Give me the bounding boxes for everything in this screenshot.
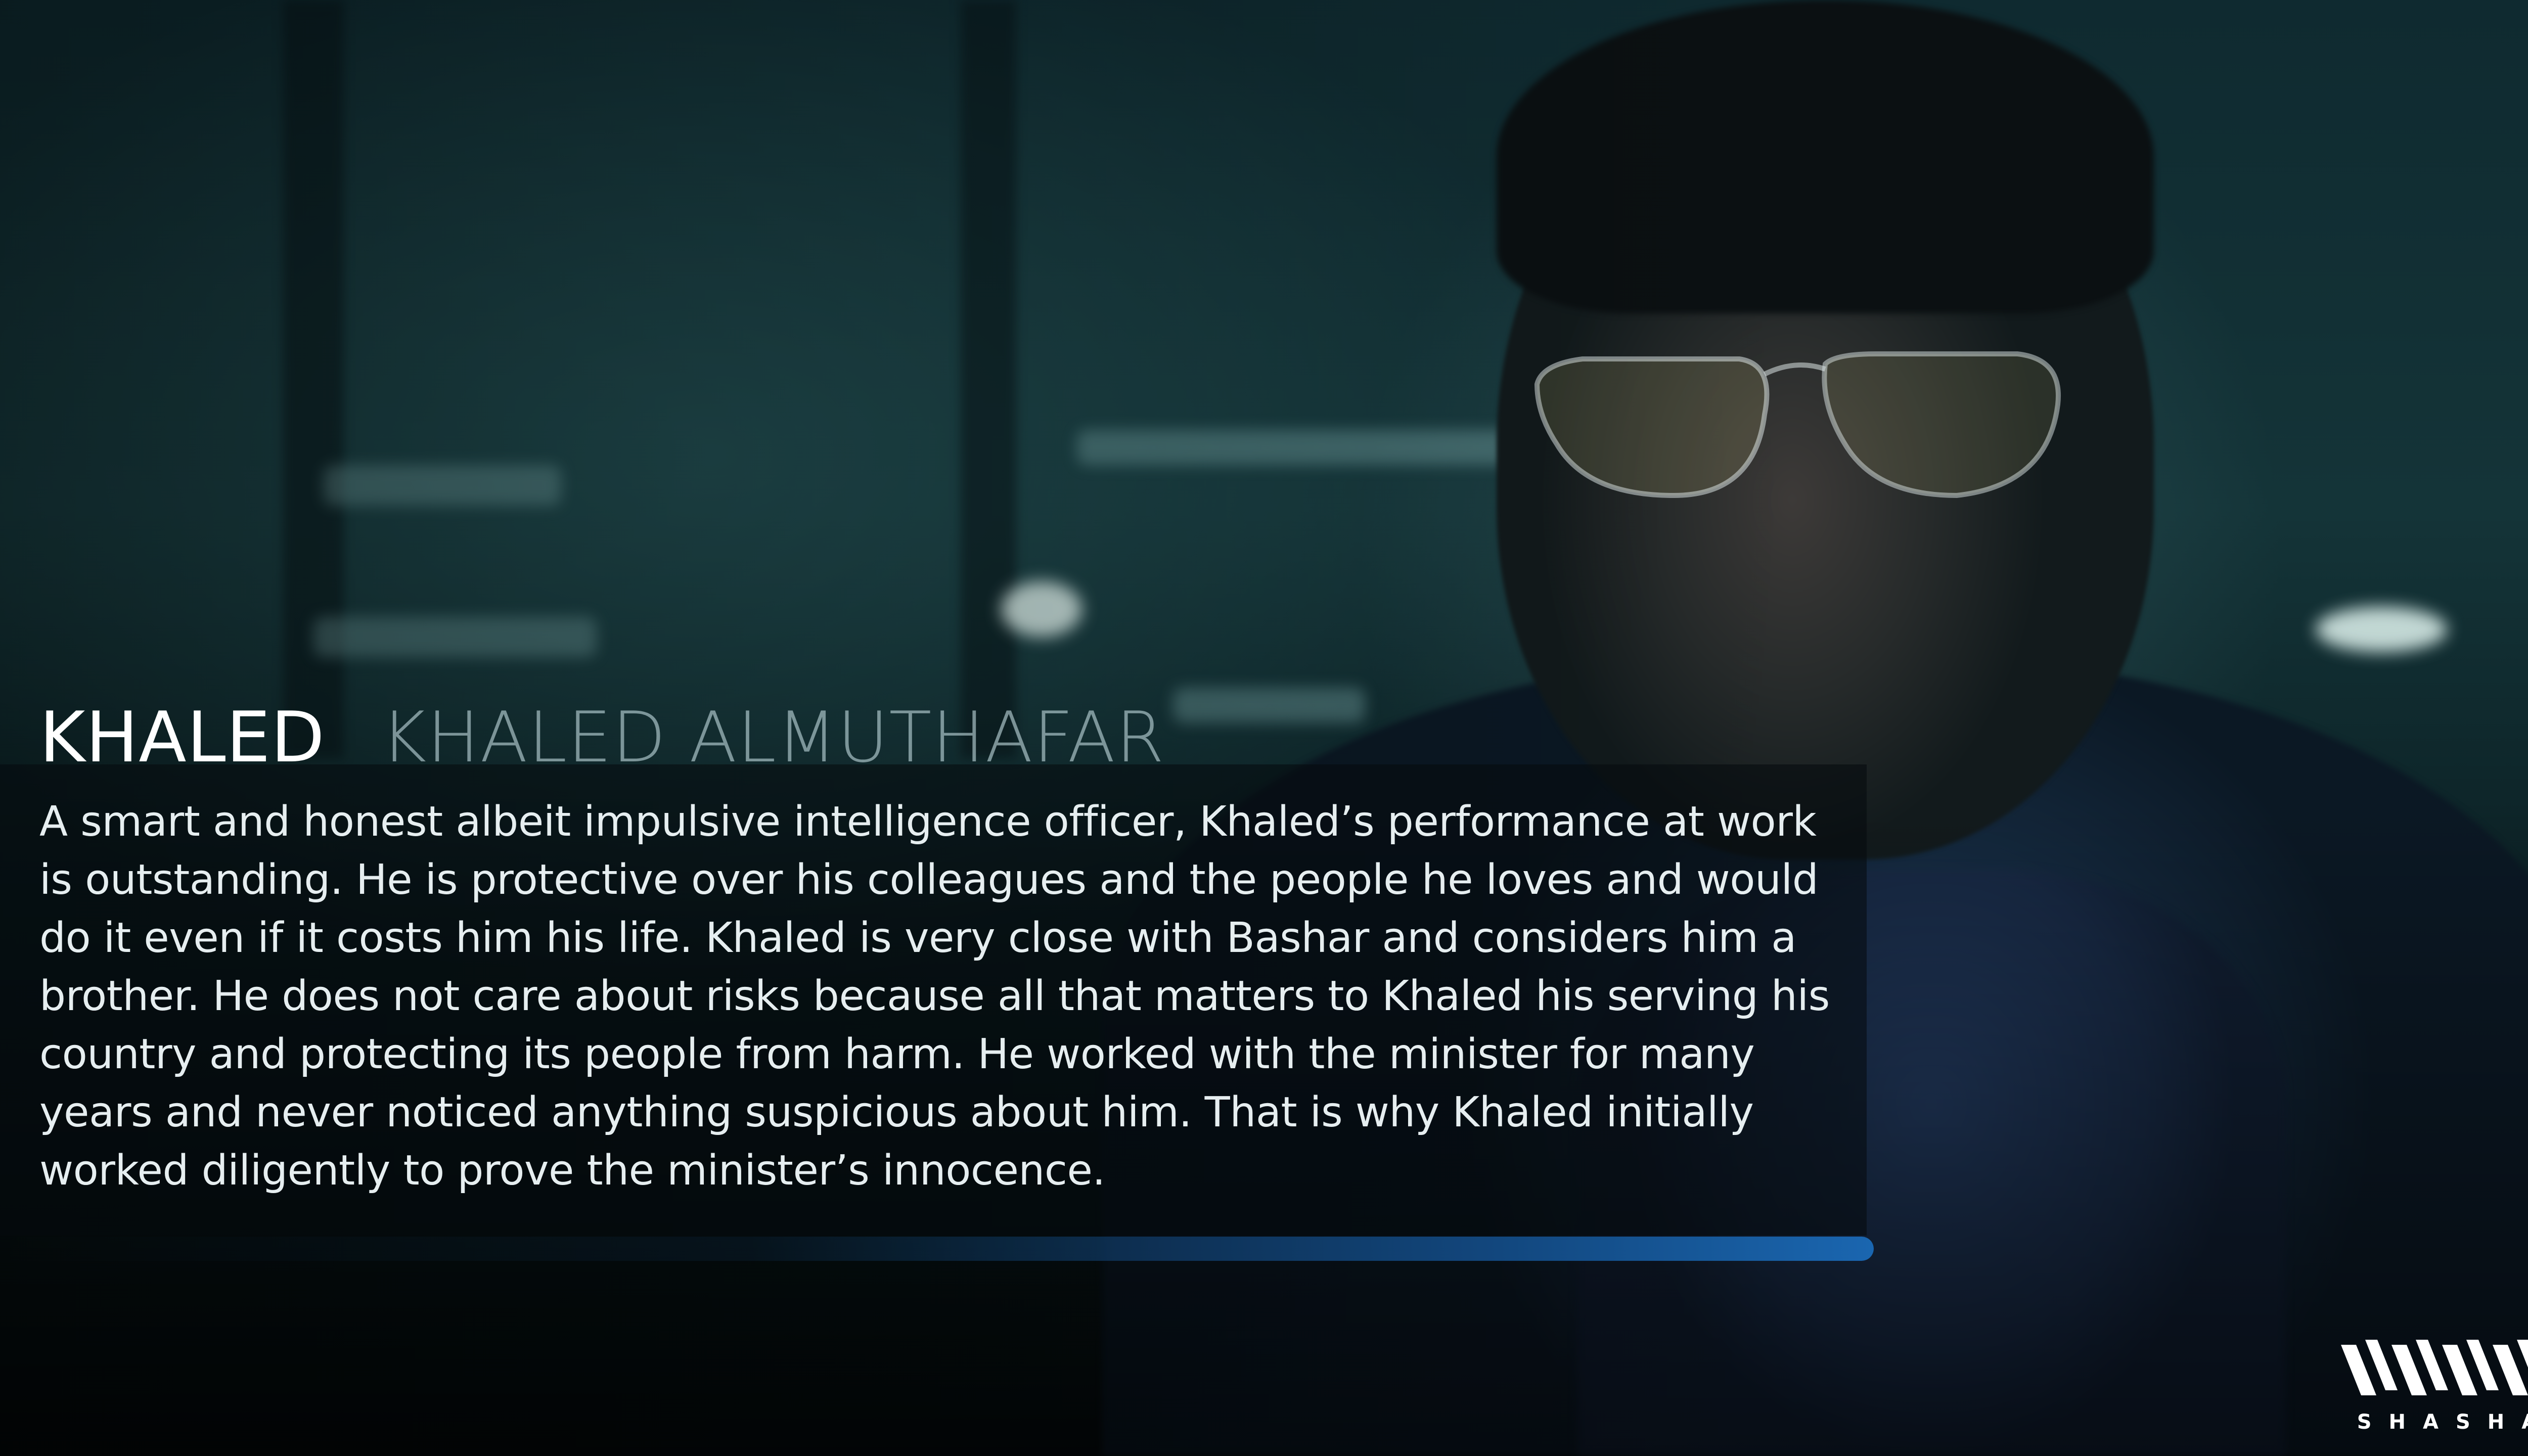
progress-bar [0, 1237, 1874, 1261]
shasha-logo-icon [2341, 1340, 2528, 1395]
name-row: KHALED KHALED ALMUTHAFAR [39, 697, 1165, 778]
brand-logo: SHASHA [2336, 1335, 2528, 1436]
progress-bar-fill [0, 1237, 1874, 1261]
character-card-screen: KHALED KHALED ALMUTHAFAR A smart and hon… [0, 0, 2528, 1456]
logo-text: SHASHA [2357, 1410, 2528, 1434]
character-bio: A smart and honest albeit impulsive inte… [39, 798, 1830, 1195]
actor-name: KHALED ALMUTHAFAR [381, 697, 1165, 778]
character-name: KHALED [39, 697, 326, 778]
